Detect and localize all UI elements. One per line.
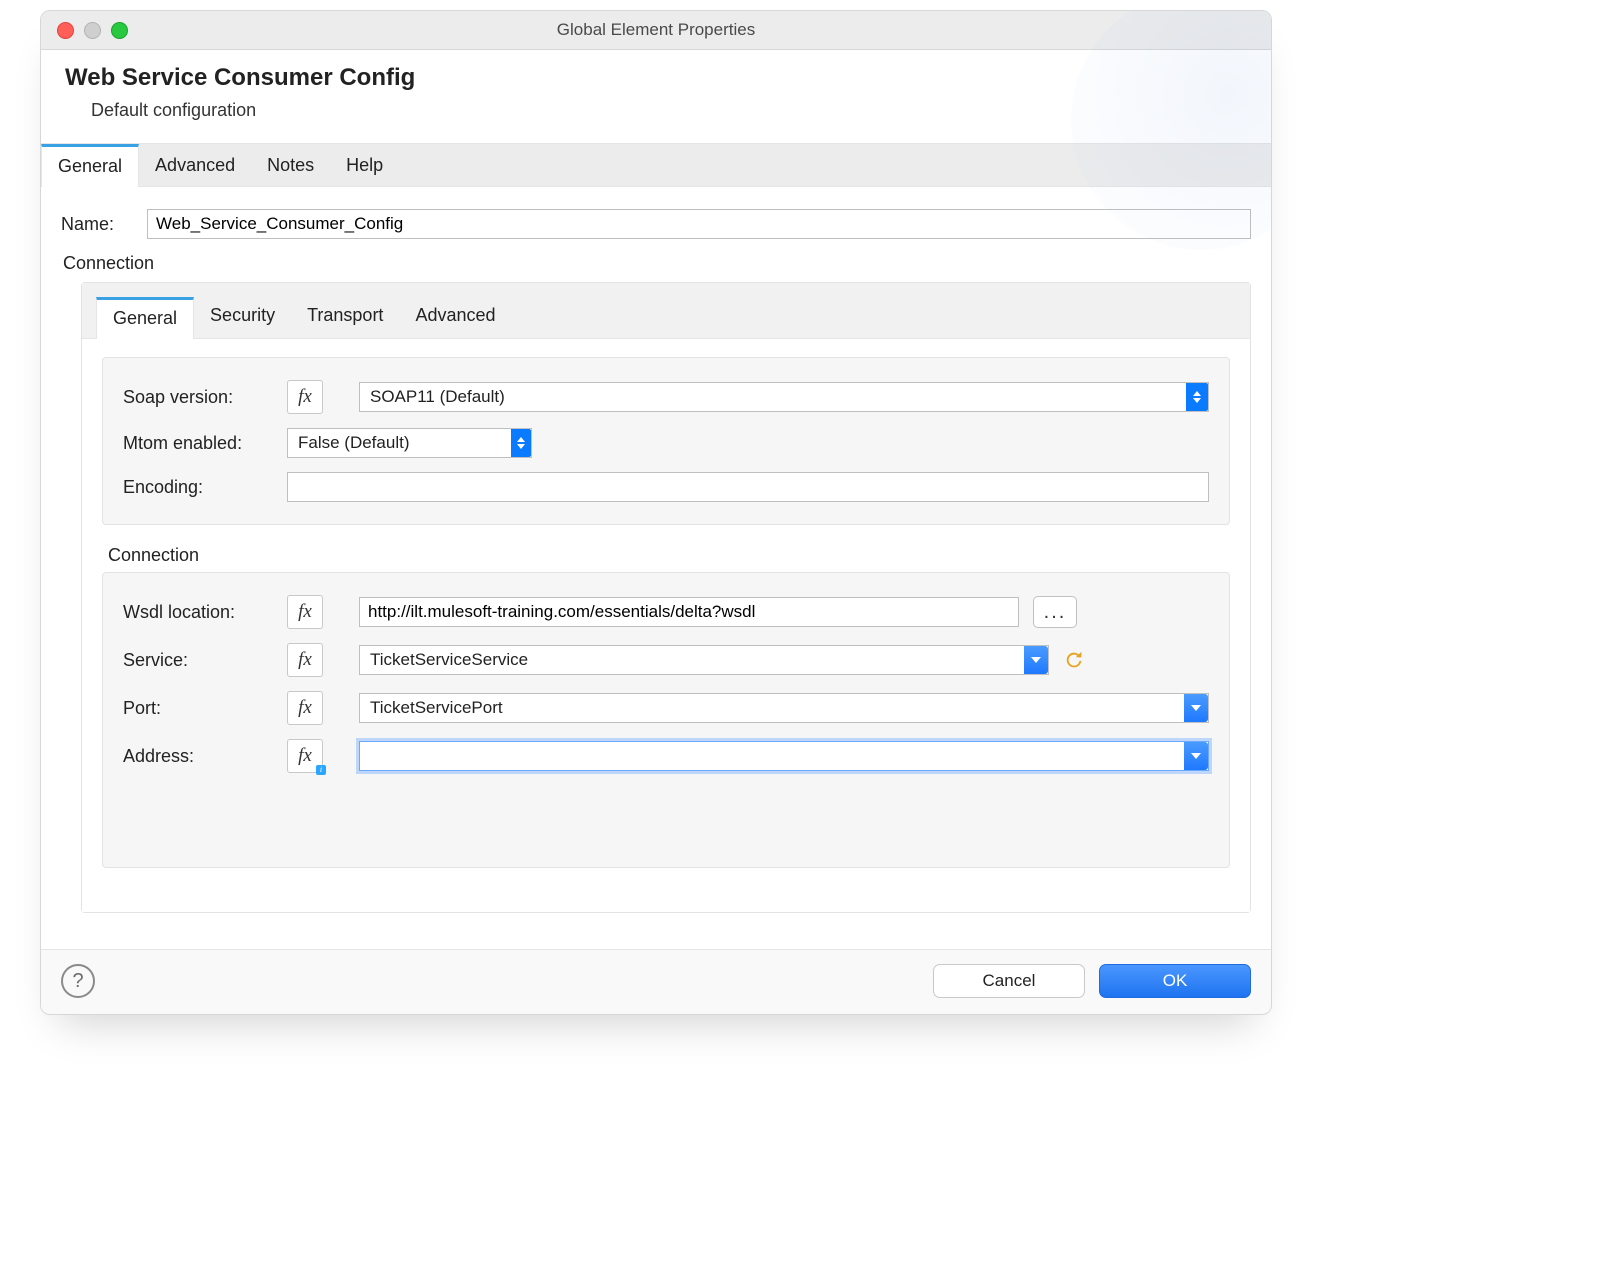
- name-input[interactable]: [147, 209, 1251, 239]
- question-icon: ?: [72, 970, 83, 993]
- fx-button-soap-version[interactable]: fx: [287, 380, 323, 414]
- ok-button[interactable]: OK: [1099, 964, 1251, 998]
- name-row: Name:: [61, 209, 1251, 239]
- chevron-down-icon: [1184, 742, 1208, 770]
- tab-general[interactable]: General: [41, 144, 139, 187]
- address-label: Address:: [123, 746, 273, 767]
- connection-panel: General Security Transport Advanced Soap…: [81, 282, 1251, 913]
- zoom-window-button[interactable]: [111, 22, 128, 39]
- encoding-input[interactable]: [287, 472, 1209, 502]
- fx-button-wsdl[interactable]: fx: [287, 595, 323, 629]
- window-controls: [41, 22, 128, 39]
- inner-tab-transport[interactable]: Transport: [291, 297, 399, 338]
- address-select[interactable]: [359, 741, 1209, 771]
- wsdl-row: Wsdl location: fx ...: [123, 595, 1209, 629]
- dialog-footer: ? Cancel OK: [41, 949, 1271, 1014]
- tab-notes[interactable]: Notes: [251, 146, 330, 186]
- connection-group: Wsdl location: fx ... Service: fx Ticket…: [102, 572, 1230, 868]
- inner-tab-general[interactable]: General: [96, 297, 194, 339]
- soap-version-label: Soap version:: [123, 387, 273, 408]
- fx-icon: fx: [298, 649, 312, 671]
- mtom-label: Mtom enabled:: [123, 433, 273, 454]
- tab-advanced[interactable]: Advanced: [139, 146, 251, 186]
- updown-arrows-icon: [511, 429, 531, 457]
- cancel-label: Cancel: [983, 971, 1036, 991]
- help-button[interactable]: ?: [61, 964, 95, 998]
- inner-tab-advanced[interactable]: Advanced: [399, 297, 511, 338]
- port-value: TicketServicePort: [370, 698, 1184, 718]
- mtom-row: Mtom enabled: False (Default): [123, 428, 1209, 458]
- fx-icon: fx: [298, 697, 312, 719]
- fx-icon: fx: [298, 386, 312, 408]
- service-select[interactable]: TicketServiceService: [359, 645, 1049, 675]
- mtom-select[interactable]: False (Default): [287, 428, 532, 458]
- service-label: Service:: [123, 650, 273, 671]
- fx-button-service[interactable]: fx: [287, 643, 323, 677]
- connection-section-label: Connection: [63, 253, 1251, 274]
- wsdl-label: Wsdl location:: [123, 602, 273, 623]
- cancel-button[interactable]: Cancel: [933, 964, 1085, 998]
- soap-group: Soap version: fx SOAP11 (Default) Mtom e…: [102, 357, 1230, 525]
- inner-tabbar: General Security Transport Advanced: [82, 283, 1250, 338]
- encoding-label: Encoding:: [123, 477, 273, 498]
- updown-arrows-icon: [1186, 383, 1208, 411]
- port-row: Port: fx TicketServicePort: [123, 691, 1209, 725]
- port-select[interactable]: TicketServicePort: [359, 693, 1209, 723]
- page-title: Web Service Consumer Config: [65, 64, 1247, 92]
- service-value: TicketServiceService: [370, 650, 1024, 670]
- tab-help[interactable]: Help: [330, 146, 399, 186]
- soap-version-value: SOAP11 (Default): [370, 387, 1186, 407]
- ok-label: OK: [1163, 971, 1188, 991]
- fx-icon: fx: [298, 745, 312, 767]
- chevron-down-icon: [1184, 694, 1208, 722]
- outer-tab-content: Name: Connection General Security Transp…: [41, 186, 1271, 949]
- inner-tab-content: Soap version: fx SOAP11 (Default) Mtom e…: [82, 338, 1250, 912]
- fx-button-address[interactable]: fx i: [287, 739, 323, 773]
- window-title: Global Element Properties: [41, 20, 1271, 40]
- encoding-row: Encoding:: [123, 472, 1209, 502]
- minimize-window-button[interactable]: [84, 22, 101, 39]
- fx-icon: fx: [298, 601, 312, 623]
- address-row: Address: fx i: [123, 739, 1209, 773]
- close-window-button[interactable]: [57, 22, 74, 39]
- browse-wsdl-button[interactable]: ...: [1033, 596, 1077, 628]
- soap-version-select[interactable]: SOAP11 (Default): [359, 382, 1209, 412]
- fx-button-port[interactable]: fx: [287, 691, 323, 725]
- inner-tab-security[interactable]: Security: [194, 297, 291, 338]
- name-label: Name:: [61, 214, 133, 235]
- wsdl-input[interactable]: [359, 597, 1019, 627]
- connection-group-title: Connection: [108, 545, 1230, 566]
- refresh-icon[interactable]: [1063, 649, 1085, 671]
- dialog-header: Web Service Consumer Config Default conf…: [41, 50, 1271, 144]
- titlebar: Global Element Properties: [41, 11, 1271, 50]
- mtom-value: False (Default): [298, 433, 511, 453]
- chevron-down-icon: [1024, 646, 1048, 674]
- soap-version-row: Soap version: fx SOAP11 (Default): [123, 380, 1209, 414]
- port-label: Port:: [123, 698, 273, 719]
- dialog-window: Global Element Properties Web Service Co…: [40, 10, 1272, 1015]
- ellipsis-icon: ...: [1044, 601, 1067, 624]
- info-marker-icon: i: [316, 765, 326, 775]
- service-row: Service: fx TicketServiceService: [123, 643, 1209, 677]
